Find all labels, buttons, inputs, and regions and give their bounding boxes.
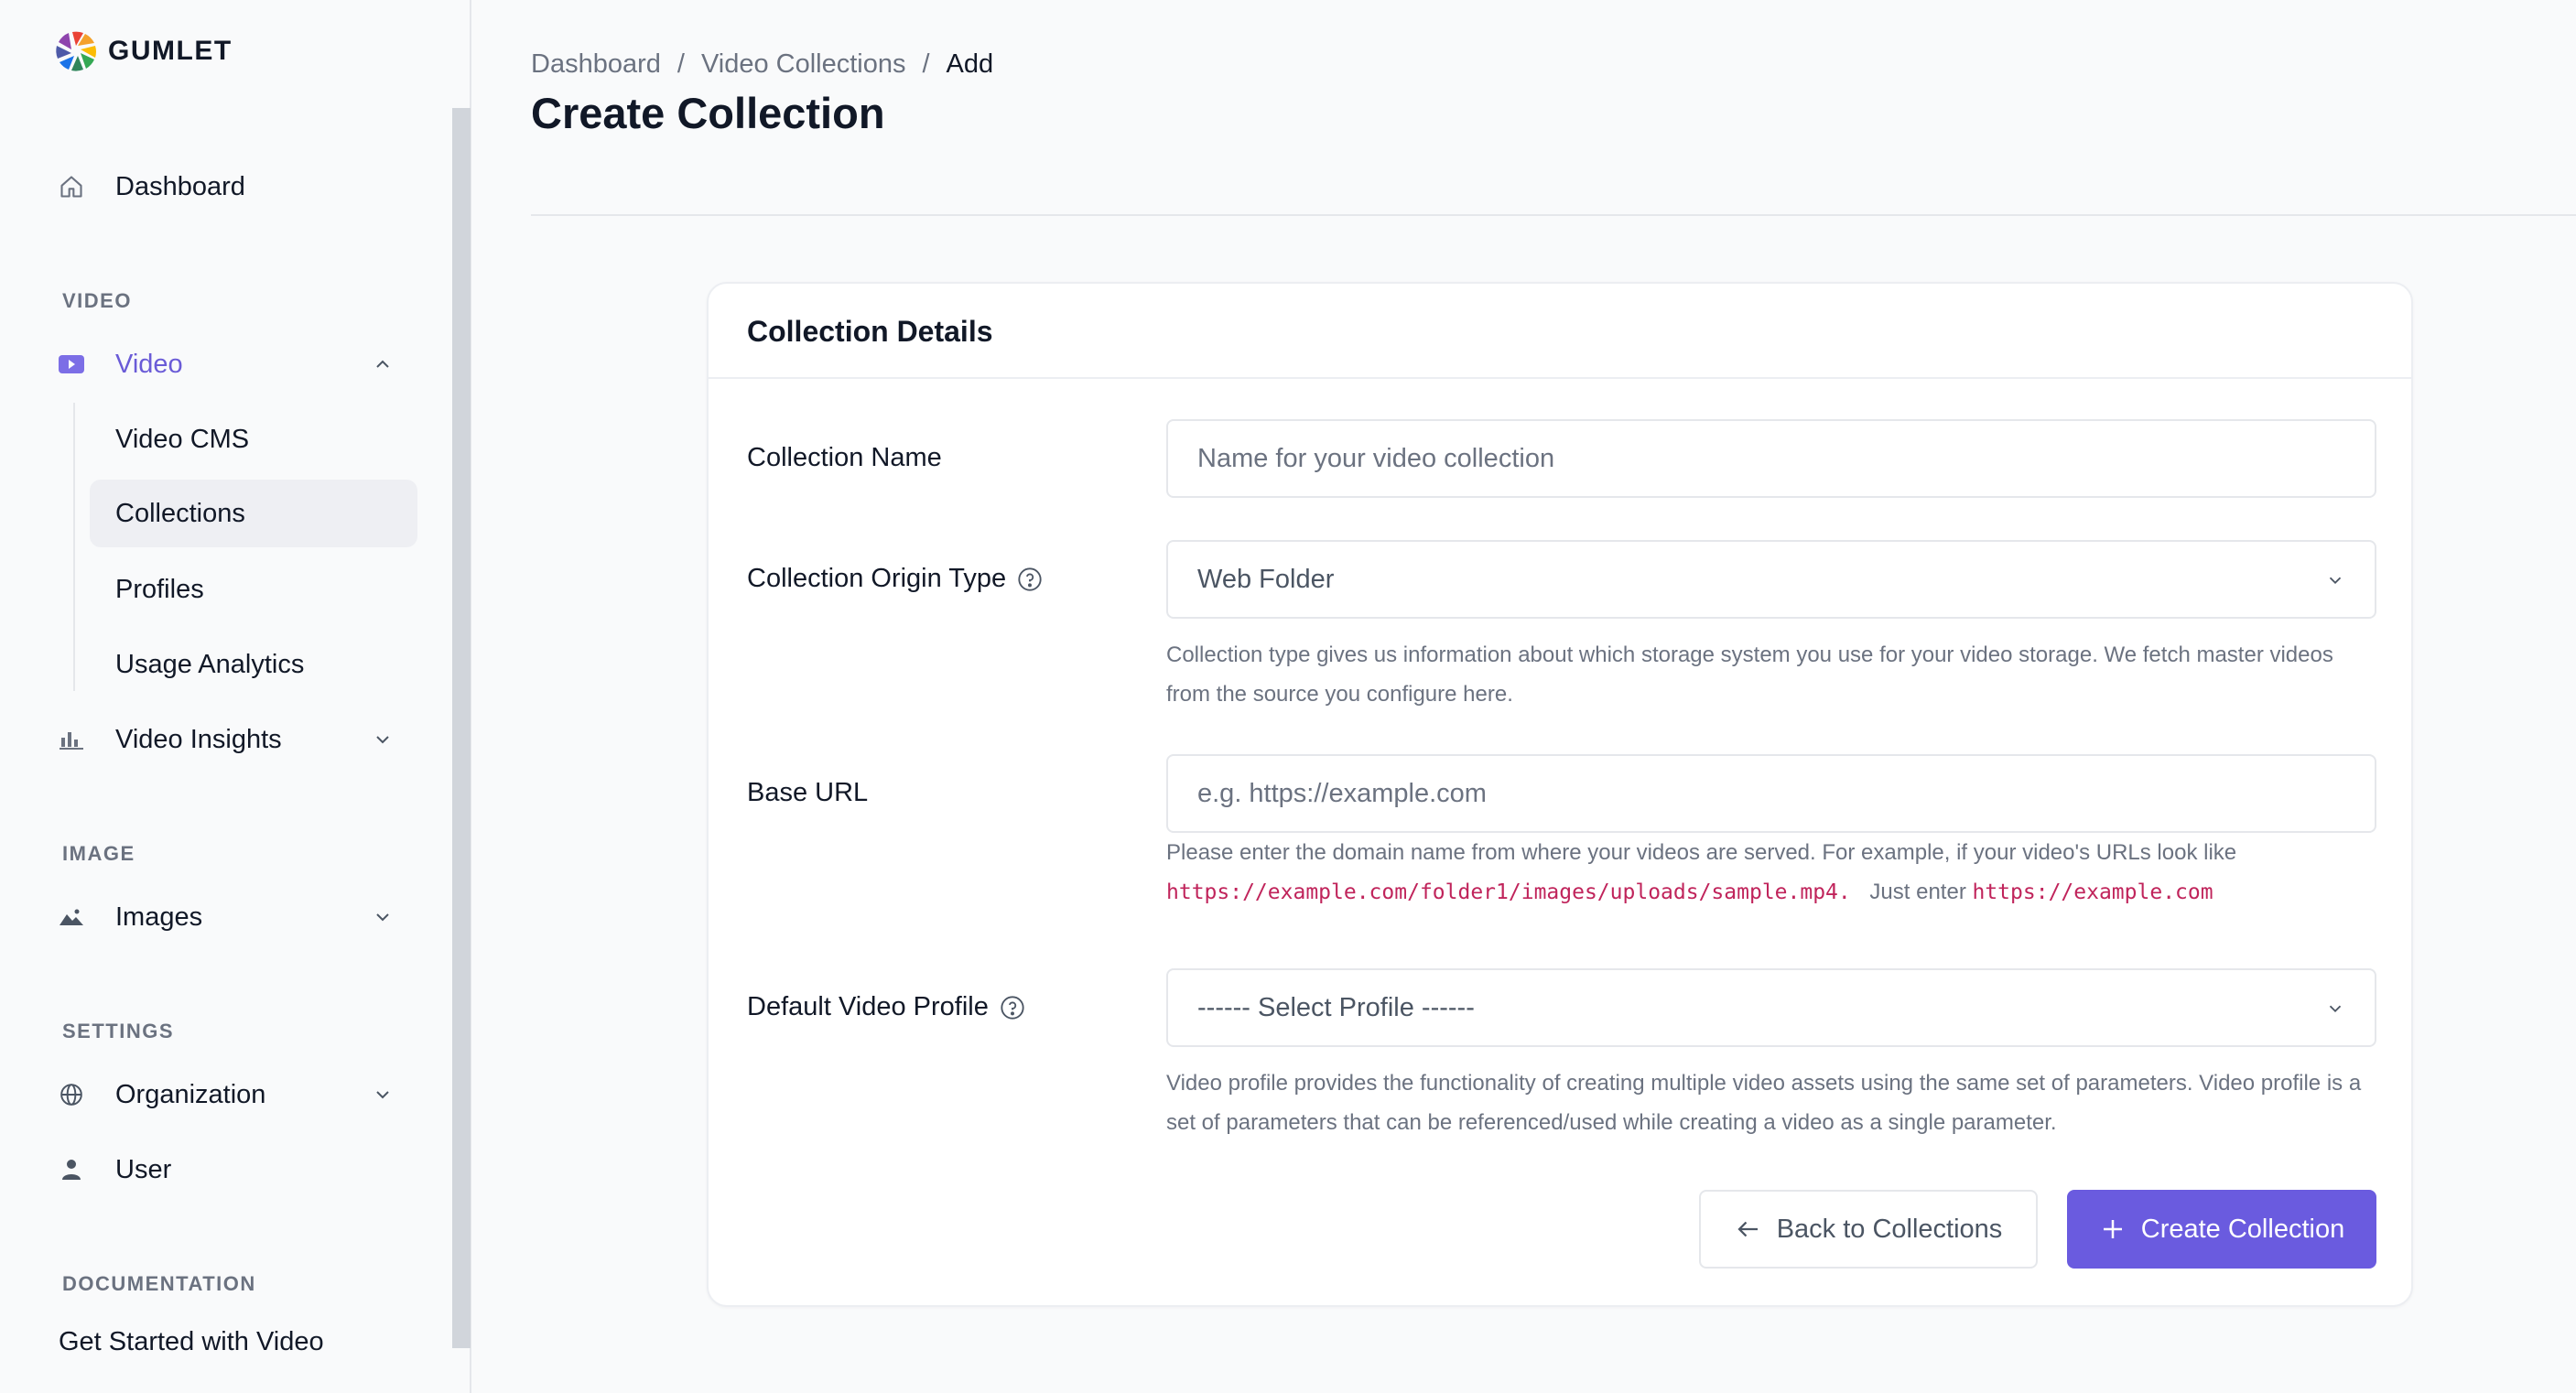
- back-button-label: Back to Collections: [1776, 1214, 2003, 1244]
- section-label-settings: SETTINGS: [62, 1020, 175, 1042]
- page-title: Create Collection: [531, 89, 885, 137]
- breadcrumb-item-current: Add: [946, 49, 994, 79]
- base-url-help-mid: Just enter: [1869, 880, 1966, 904]
- back-to-collections-button[interactable]: Back to Collections: [1699, 1190, 2038, 1269]
- breadcrumb: Dashboard / Video Collections / Add: [531, 49, 993, 80]
- default-profile-select[interactable]: ------ Select Profile ------: [1166, 968, 2376, 1047]
- create-collection-button[interactable]: Create Collection: [2067, 1190, 2376, 1269]
- base-url-help-domain: https://example.com: [1972, 880, 2213, 904]
- sidebar-item-label: Images: [115, 902, 203, 932]
- help-circle-icon[interactable]: [1000, 995, 1025, 1020]
- app-root: GUMLET Dashboard VIDEO Video Video CMS C…: [0, 0, 2576, 1393]
- sidebar-item-collections[interactable]: Collections: [90, 480, 417, 547]
- card-divider: [709, 377, 2411, 379]
- base-url-input[interactable]: e.g. https://example.com: [1166, 754, 2376, 833]
- submenu-rail: [73, 403, 75, 691]
- collection-details-card: Collection Details Collection Name Name …: [707, 282, 2413, 1307]
- breadcrumb-separator: /: [676, 49, 685, 79]
- sidebar-item-video-cms[interactable]: Video CMS: [90, 405, 417, 473]
- home-icon: [57, 172, 86, 201]
- arrow-left-icon: [1737, 1221, 1758, 1237]
- sidebar-item-label: User: [115, 1154, 172, 1184]
- origin-type-help: Collection type gives us information abo…: [1166, 643, 2333, 707]
- chevron-up-icon[interactable]: [372, 353, 394, 375]
- collection-name-placeholder: Name for your video collection: [1197, 443, 1555, 473]
- sidebar-item-label: Organization: [115, 1079, 266, 1109]
- collection-name-input[interactable]: Name for your video collection: [1166, 419, 2376, 498]
- doc-link-get-started[interactable]: Get Started with Video: [59, 1327, 324, 1357]
- header-divider: [531, 214, 2576, 216]
- section-label-image: IMAGE: [62, 842, 135, 865]
- sidebar-item-images[interactable]: Images: [57, 884, 405, 950]
- chevron-down-icon: [2329, 1005, 2342, 1013]
- collection-name-label: Collection Name: [747, 443, 942, 472]
- image-icon: [57, 902, 86, 932]
- chevron-down-icon: [2329, 577, 2342, 585]
- base-url-help-example: https://example.com/folder1/images/uploa…: [1166, 880, 1851, 904]
- breadcrumb-separator: /: [922, 49, 930, 79]
- section-label-video: VIDEO: [62, 289, 132, 312]
- default-profile-help: Video profile provides the functionality…: [1166, 1071, 2362, 1135]
- brand[interactable]: GUMLET: [55, 27, 233, 75]
- base-url-help-prefix: Please enter the domain name from where …: [1166, 840, 2237, 865]
- brand-name: GUMLET: [108, 36, 233, 66]
- sidebar-item-organization[interactable]: Organization: [57, 1062, 405, 1128]
- sidebar-item-video-insights[interactable]: Video Insights: [57, 707, 405, 772]
- sidebar-scrollbar[interactable]: [452, 108, 471, 1348]
- card-title: Collection Details: [747, 315, 993, 348]
- help-circle-icon[interactable]: [1017, 567, 1043, 592]
- origin-type-label-row: Collection Origin Type: [747, 564, 1043, 594]
- video-icon: [57, 350, 86, 379]
- sidebar-item-profiles[interactable]: Profiles: [90, 556, 417, 623]
- breadcrumb-item-dashboard[interactable]: Dashboard: [531, 49, 661, 80]
- sidebar: GUMLET Dashboard VIDEO Video Video CMS C…: [0, 0, 471, 1393]
- origin-type-select[interactable]: Web Folder: [1166, 540, 2376, 619]
- sidebar-item-video[interactable]: Video: [57, 331, 405, 397]
- sidebar-item-dashboard[interactable]: Dashboard: [57, 154, 405, 220]
- chevron-down-icon[interactable]: [372, 729, 394, 750]
- sidebar-item-user[interactable]: User: [57, 1137, 405, 1203]
- gumlet-logo-icon: [56, 31, 96, 71]
- origin-type-label: Collection Origin Type: [747, 564, 1007, 593]
- chevron-down-icon[interactable]: [372, 1084, 394, 1106]
- globe-icon: [57, 1080, 86, 1109]
- sidebar-item-label: Dashboard: [115, 171, 245, 201]
- bar-chart-icon: [57, 725, 86, 754]
- sidebar-item-usage-analytics[interactable]: Usage Analytics: [90, 631, 417, 698]
- sidebar-item-label: Video: [115, 349, 183, 379]
- chevron-down-icon[interactable]: [372, 906, 394, 928]
- user-icon: [57, 1155, 86, 1184]
- create-button-label: Create Collection: [2140, 1214, 2345, 1244]
- base-url-label: Base URL: [747, 778, 869, 807]
- breadcrumb-item-video-collections[interactable]: Video Collections: [701, 49, 906, 80]
- base-url-placeholder: e.g. https://example.com: [1197, 778, 1487, 808]
- default-profile-value: ------ Select Profile ------: [1197, 992, 1475, 1022]
- plus-icon: [2103, 1220, 2122, 1238]
- default-profile-label: Default Video Profile: [747, 992, 989, 1021]
- origin-type-value: Web Folder: [1197, 564, 1335, 594]
- section-label-documentation: DOCUMENTATION: [62, 1272, 256, 1295]
- sidebar-item-label: Video Insights: [115, 724, 282, 754]
- default-profile-label-row: Default Video Profile: [747, 992, 1025, 1022]
- base-url-help: Please enter the domain name from where …: [1166, 833, 2376, 912]
